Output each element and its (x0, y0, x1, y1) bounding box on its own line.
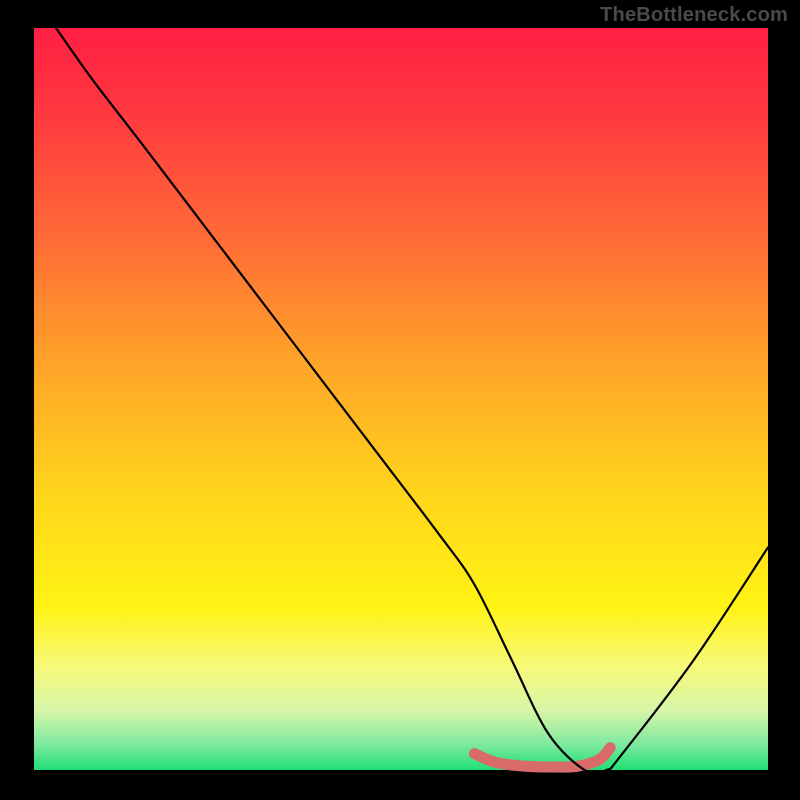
watermark-text: TheBottleneck.com (600, 4, 788, 27)
bottleneck-curve-chart (0, 0, 800, 800)
chart-container: TheBottleneck.com (0, 0, 800, 800)
gradient-plot-area (34, 28, 768, 770)
